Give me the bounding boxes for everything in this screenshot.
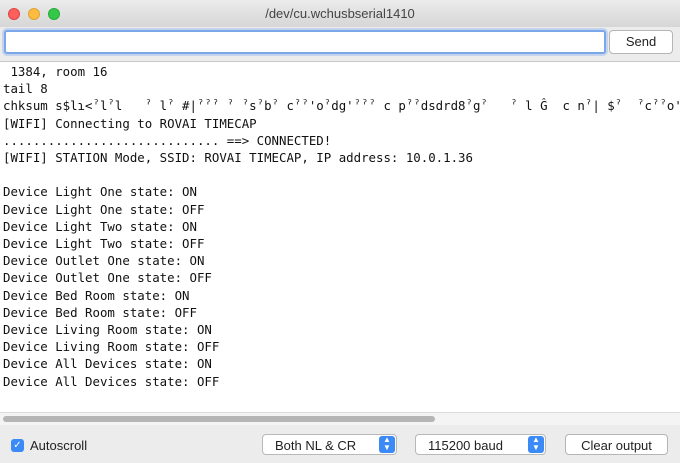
console-line: Device Bed Room state: OFF [3,305,197,320]
chevron-updown-icon: ▲ ▼ [528,436,544,453]
console-line: ............................. ==> CONNEC… [3,133,332,148]
console-line: [WIFI] Connecting to ROVAI TIMECAP [3,116,257,131]
console-line: chksum s$lɿ<ˀlˀl ˀ lˀ #|ˀˀˀ ˀ ˀsˀbˀ cˀˀ'… [3,98,680,113]
console-line: Device Outlet One state: ON [3,253,205,268]
line-ending-value: Both NL & CR [275,438,357,453]
console-line: Device All Devices state: ON [3,356,212,371]
bottom-toolbar: ✓ Autoscroll Both NL & CR ▲ ▼ 115200 baud… [0,425,680,463]
checkmark-icon: ✓ [13,440,22,451]
console-line: tail 8 [3,81,48,96]
baud-rate-select[interactable]: 115200 baud ▲ ▼ [415,434,546,455]
autoscroll-checkbox[interactable]: ✓ [11,439,24,452]
autoscroll-label: Autoscroll [30,438,88,453]
console-line: Device Light One state: ON [3,184,197,199]
window-title: /dev/cu.wchusbserial1410 [265,6,415,21]
console-line: Device Light Two state: OFF [3,236,205,251]
line-ending-select[interactable]: Both NL & CR ▲ ▼ [262,434,397,455]
console-line: Device Living Room state: OFF [3,339,220,354]
console-line: Device Bed Room state: ON [3,288,190,303]
horizontal-scrollbar[interactable] [0,412,680,425]
baud-rate-value: 115200 baud [428,438,503,453]
console-line: Device All Devices state: OFF [3,374,220,389]
scrollbar-thumb[interactable] [3,416,435,422]
console-line: Device Outlet One state: OFF [3,270,212,285]
title-bar: /dev/cu.wchusbserial1410 [0,0,680,28]
console-line: Device Light One state: OFF [3,202,205,217]
serial-input[interactable] [4,30,606,54]
chevron-updown-icon: ▲ ▼ [379,436,395,453]
console-line: 1384, room 16 [3,64,108,79]
console-line: Device Light Two state: ON [3,219,197,234]
serial-output[interactable]: 1384, room 16 tail 8 chksum s$lɿ<ˀlˀl ˀ … [0,61,680,413]
send-row: Send [0,27,680,61]
console-line: Device Living Room state: ON [3,322,212,337]
send-button[interactable]: Send [609,30,673,54]
console-line: [WIFI] STATION Mode, SSID: ROVAI TIMECAP… [3,150,473,165]
clear-output-button[interactable]: Clear output [565,434,668,455]
